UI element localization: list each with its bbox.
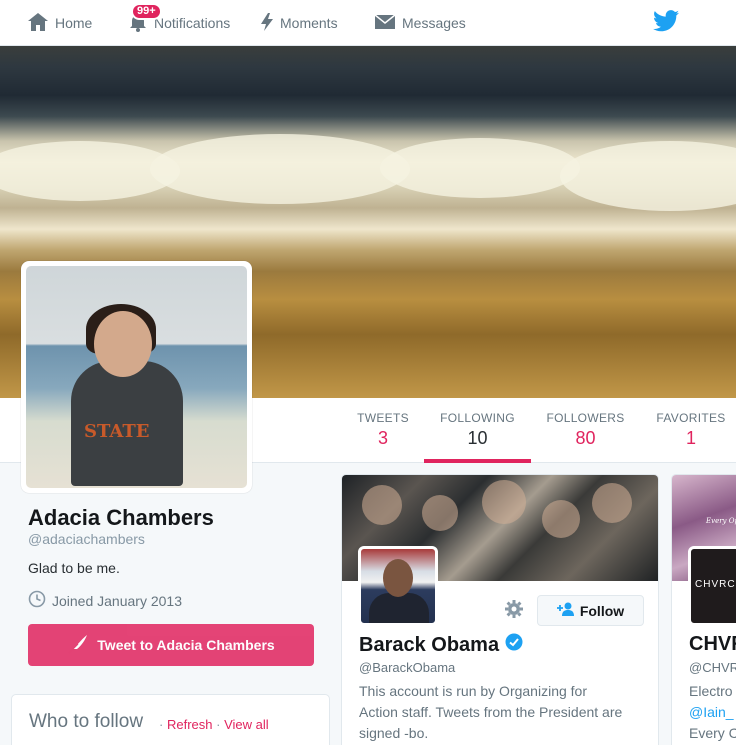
- who-to-follow-title: Who to follow: [29, 711, 144, 732]
- tweet-to-button[interactable]: Tweet to Adacia Chambers: [28, 624, 314, 666]
- who-to-follow-module: Who to follow · Refresh · View all: [11, 694, 330, 745]
- card-bio-mention[interactable]: @Iain_: [689, 702, 736, 723]
- nav-home-label: Home: [55, 15, 93, 31]
- card-bio-line: Electro: [689, 683, 733, 699]
- stat-favorites-value: 1: [685, 428, 696, 448]
- card-bio-line: Every C: [689, 725, 736, 741]
- calendar-clock-icon: [28, 590, 46, 611]
- card-handle[interactable]: @CHVRCHES: [689, 660, 736, 675]
- profile-bio: Glad to be me.: [28, 560, 120, 576]
- nav-moments[interactable]: Moments: [260, 0, 338, 46]
- home-icon: [27, 12, 49, 35]
- card-name-text: Barack Obama: [359, 633, 500, 656]
- twitter-bird-icon[interactable]: [653, 10, 679, 37]
- stat-tweets-value: 3: [377, 428, 388, 448]
- who-to-follow-links: · Refresh · View all: [159, 717, 269, 732]
- card-bio: Electro @Iain_ Every C: [689, 681, 736, 744]
- nav-notifications-label: Notifications: [154, 15, 231, 31]
- stat-favorites-label: FAVORITES: [656, 411, 726, 425]
- card-bio: This account is run by Organizing for Ac…: [359, 683, 623, 741]
- follow-button[interactable]: Follow: [537, 595, 644, 626]
- nav-messages-label: Messages: [402, 15, 466, 31]
- profile-avatar[interactable]: STATE: [21, 261, 252, 493]
- wtf-separator: ·: [159, 717, 164, 732]
- avatar-face: [383, 559, 413, 597]
- following-card[interactable]: Follow Barack Obama @BarackObama This ac…: [341, 474, 659, 745]
- notifications-badge: 99+: [131, 3, 162, 20]
- stat-followers[interactable]: FOLLOWERS 80: [538, 398, 633, 463]
- top-nav: Home Notifications 99+ Moments Messages: [0, 0, 736, 46]
- following-card[interactable]: Every Op CHVRC CHVRCHES @CHVRCHES Electr…: [671, 474, 736, 745]
- card-banner-text: Every Op: [706, 517, 736, 525]
- stat-followers-value: 80: [575, 428, 596, 448]
- avatar-shirt-text: STATE: [84, 421, 150, 442]
- stat-favorites[interactable]: FAVORITES 1: [650, 398, 732, 463]
- wtf-separator-2: ·: [216, 717, 221, 732]
- quill-icon: [67, 634, 89, 657]
- card-name[interactable]: CHVRCHES: [689, 633, 736, 656]
- card-name-text: CHVRCHES: [689, 633, 736, 655]
- nav-home[interactable]: Home: [27, 0, 92, 46]
- stat-followers-label: FOLLOWERS: [546, 411, 625, 425]
- stat-following-value: 10: [467, 428, 488, 448]
- gear-icon[interactable]: [504, 599, 524, 624]
- card-avatar[interactable]: [358, 546, 438, 626]
- nav-messages[interactable]: Messages: [374, 0, 466, 46]
- add-user-icon: [556, 602, 575, 619]
- stat-following[interactable]: FOLLOWING 10: [424, 398, 531, 463]
- stat-tweets[interactable]: TWEETS 3: [350, 398, 416, 463]
- verified-badge-icon: [505, 633, 523, 657]
- avatar-person-head: [94, 311, 152, 377]
- card-name[interactable]: Barack Obama: [359, 633, 523, 657]
- profile-joined: Joined January 2013: [28, 590, 182, 611]
- lightning-icon: [260, 12, 274, 35]
- profile-avatar-image: STATE: [26, 266, 247, 488]
- follow-label: Follow: [579, 602, 625, 619]
- refresh-link[interactable]: Refresh: [167, 717, 213, 732]
- profile-joined-label: Joined January 2013: [52, 592, 182, 609]
- stat-following-label: FOLLOWING: [440, 411, 515, 425]
- card-avatar-text: CHVRC: [695, 579, 736, 590]
- envelope-icon: [374, 13, 396, 34]
- tweet-to-label: Tweet to Adacia Chambers: [97, 637, 275, 653]
- stat-tweets-label: TWEETS: [357, 411, 409, 425]
- view-all-link[interactable]: View all: [224, 717, 269, 732]
- nav-moments-label: Moments: [280, 15, 338, 31]
- profile-handle[interactable]: @adaciachambers: [28, 531, 145, 547]
- card-handle[interactable]: @BarackObama: [359, 660, 455, 675]
- profile-name: Adacia Chambers: [28, 505, 214, 530]
- card-avatar[interactable]: CHVRC: [688, 546, 736, 626]
- avatar-suit: [369, 593, 429, 623]
